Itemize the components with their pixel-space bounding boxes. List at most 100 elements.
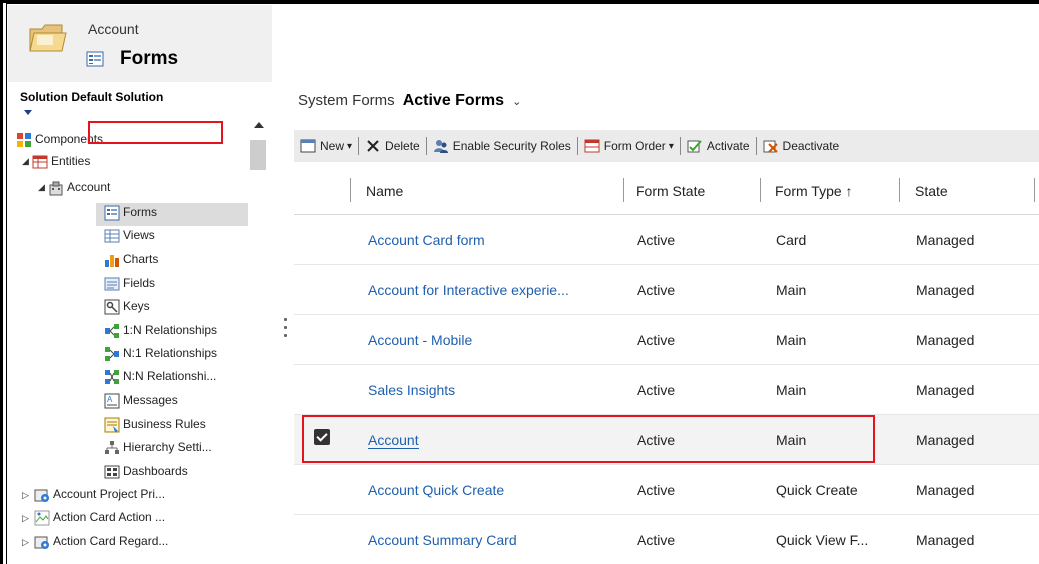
tree-item-label: Keys <box>123 299 150 313</box>
new-button[interactable]: New ▾ <box>294 130 358 162</box>
form-name-link[interactable]: Account - Mobile <box>368 332 472 348</box>
sidebar-scrollbar-thumb[interactable] <box>250 140 266 170</box>
form-state-cell: Active <box>637 232 676 248</box>
form-type-cell: Quick View F... <box>776 532 869 548</box>
table-row[interactable]: Account Card form Active Card Managed <box>294 215 1039 265</box>
column-header-form-state[interactable]: Form State <box>636 183 705 199</box>
tree-item-entities[interactable]: Entities <box>32 154 90 176</box>
account-row-highlight-box <box>302 415 875 463</box>
enable-security-roles-button[interactable]: Enable Security Roles <box>427 130 577 162</box>
tree-item-hierarchy-settings[interactable]: Hierarchy Setti... <box>104 440 212 462</box>
tree-item-business-rules[interactable]: Business Rules <box>104 417 206 439</box>
column-divider[interactable] <box>1034 178 1035 202</box>
tree-item-dashboards[interactable]: Dashboards <box>104 464 188 486</box>
collapse-arrow-icon[interactable]: ◢ <box>22 156 29 167</box>
many-to-many-icon <box>104 369 120 385</box>
state-cell: Managed <box>916 482 975 498</box>
tree-item-views[interactable]: Views <box>104 228 155 250</box>
account-entity-icon <box>48 180 64 196</box>
expand-arrow-icon[interactable]: ▷ <box>22 490 29 501</box>
form-state-cell: Active <box>637 482 676 498</box>
column-header-name[interactable]: Name <box>366 183 403 199</box>
components-icon <box>16 132 32 148</box>
form-order-icon <box>584 138 600 154</box>
expand-arrow-icon[interactable]: ▷ <box>22 513 29 524</box>
deactivate-label: Deactivate <box>782 139 840 153</box>
tree-item-label: Forms <box>123 205 157 219</box>
tree-item-charts[interactable]: Charts <box>104 252 158 274</box>
column-divider[interactable] <box>899 178 900 202</box>
form-type-cell: Main <box>776 282 807 298</box>
tree-item-label: Views <box>123 228 155 242</box>
breadcrumb-parent: System Forms <box>298 92 395 109</box>
deactivate-button[interactable]: Deactivate <box>757 130 846 162</box>
tree-item-keys[interactable]: Keys <box>104 299 150 321</box>
form-state-cell: Active <box>637 382 676 398</box>
table-row[interactable]: Account Quick Create Active Quick Create… <box>294 465 1039 515</box>
tree-item-n1-relationships[interactable]: N:1 Relationships <box>104 346 217 368</box>
tree-item-action-card-regarding[interactable]: Action Card Regard... <box>34 534 168 556</box>
many-to-one-icon <box>104 346 120 362</box>
page-title: Forms <box>120 48 179 69</box>
form-type-cell: Quick Create <box>776 482 858 498</box>
solution-explorer-sidebar: Solution Default Solution Components ◢ E… <box>8 82 272 564</box>
delete-button[interactable]: Delete <box>359 130 426 162</box>
tree-item-label: Action Card Regard... <box>53 534 169 548</box>
tree-item-label: Business Rules <box>123 417 206 431</box>
tree-item-label: Entities <box>51 154 91 168</box>
views-icon <box>104 228 120 244</box>
tree-item-account[interactable]: Account <box>48 180 110 202</box>
form-type-cell: Main <box>776 332 807 348</box>
tree-item-label: N:N Relationshi... <box>123 369 217 383</box>
state-cell: Managed <box>916 432 975 448</box>
tree-item-forms[interactable]: Forms <box>104 205 157 227</box>
tree-item-messages[interactable]: A Messages <box>104 393 178 415</box>
folder-icon <box>29 24 67 52</box>
dropdown-arrow-icon[interactable]: ▾ <box>347 141 352 152</box>
tree-item-nn-relationships[interactable]: N:N Relationshi... <box>104 369 216 391</box>
column-divider[interactable] <box>623 178 624 202</box>
form-state-cell: Active <box>637 332 676 348</box>
form-name-link[interactable]: Account Summary Card <box>368 532 517 548</box>
form-type-cell: Main <box>776 382 807 398</box>
keys-icon <box>104 299 120 315</box>
entity-header: Account Forms <box>8 5 272 82</box>
column-header-form-type[interactable]: Form Type ↑ <box>775 183 853 199</box>
tree-item-label: Charts <box>123 252 159 266</box>
table-row[interactable]: Sales Insights Active Main Managed <box>294 365 1039 415</box>
tree-item-account-project-price[interactable]: Account Project Pri... <box>34 487 165 509</box>
column-divider[interactable] <box>760 178 761 202</box>
form-name-link[interactable]: Account Card form <box>368 232 485 248</box>
activate-label: Activate <box>706 139 750 153</box>
table-row[interactable]: Account - Mobile Active Main Managed <box>294 315 1039 365</box>
tree-item-1n-relationships[interactable]: 1:N Relationships <box>104 323 217 345</box>
caret-down-icon[interactable] <box>24 110 32 115</box>
tree-item-action-card-action[interactable]: Action Card Action ... <box>34 510 165 532</box>
one-to-many-icon <box>104 323 120 339</box>
tree-item-label: Fields <box>123 276 156 290</box>
activate-button[interactable]: Activate <box>681 130 756 162</box>
tree-item-fields[interactable]: Fields <box>104 276 155 298</box>
chevron-down-icon[interactable]: ⌄ <box>512 95 521 108</box>
form-name-link[interactable]: Sales Insights <box>368 382 455 398</box>
tree-item-label: 1:N Relationships <box>123 323 218 337</box>
hierarchy-icon <box>104 440 120 456</box>
collapse-arrow-icon[interactable]: ◢ <box>38 182 45 193</box>
charts-icon <box>104 252 120 268</box>
column-header-state[interactable]: State <box>915 183 948 199</box>
table-row[interactable]: Account Summary Card Active Quick View F… <box>294 515 1039 564</box>
table-row[interactable]: Account for Interactive experie... Activ… <box>294 265 1039 315</box>
dropdown-arrow-icon[interactable]: ▾ <box>669 141 674 152</box>
scroll-up-arrow-icon[interactable] <box>254 122 264 128</box>
splitter-grip-icon[interactable] <box>284 318 287 348</box>
command-bar: New ▾ Delete Enable Security Roles Form … <box>294 130 1039 162</box>
form-state-cell: Active <box>637 532 676 548</box>
view-selector[interactable]: Active Forms <box>403 92 504 110</box>
form-name-link[interactable]: Account for Interactive experie... <box>368 282 569 298</box>
form-order-button[interactable]: Form Order ▾ <box>578 130 680 162</box>
column-divider <box>350 178 351 202</box>
entity-gear-icon <box>34 487 50 503</box>
delete-label: Delete <box>385 139 420 153</box>
form-name-link[interactable]: Account Quick Create <box>368 482 504 498</box>
expand-arrow-icon[interactable]: ▷ <box>22 537 29 548</box>
